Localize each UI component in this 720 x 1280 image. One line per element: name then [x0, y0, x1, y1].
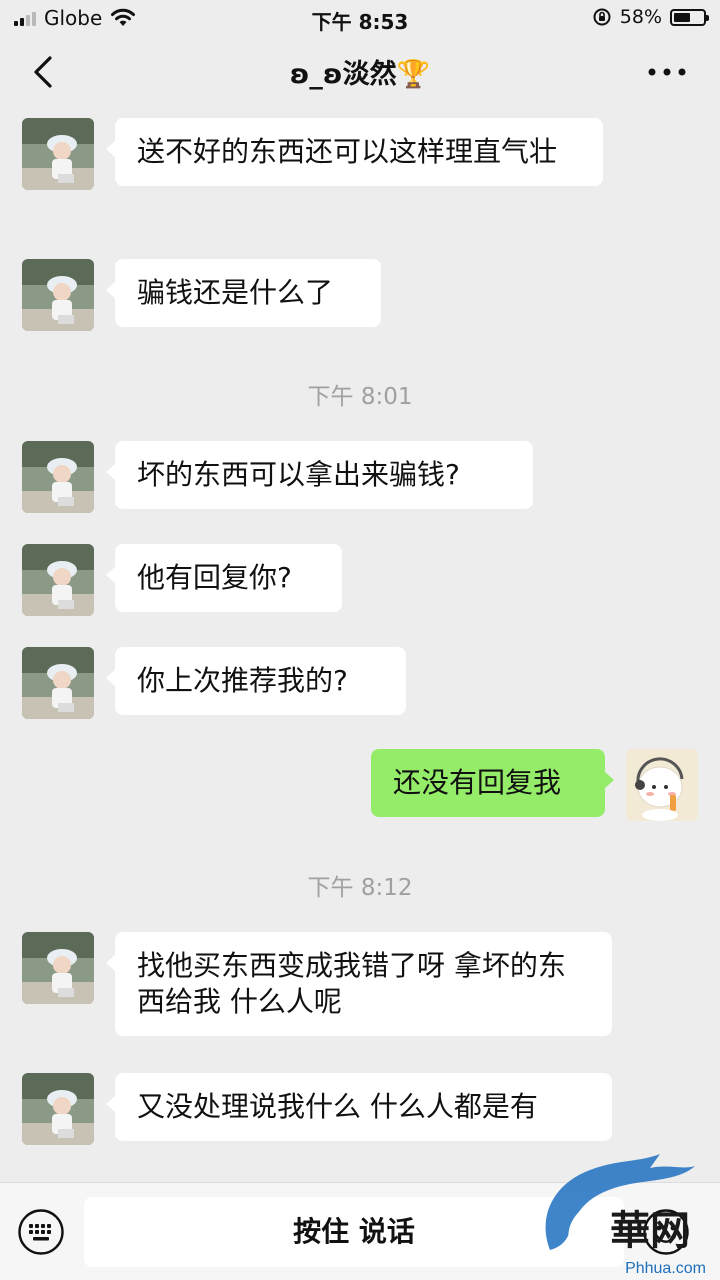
more-dots-icon[interactable] — [644, 58, 690, 86]
time-separator: 下午 8:01 — [307, 384, 413, 410]
message-bubble[interactable]: 你上次推荐我的? — [106, 647, 406, 715]
message-bubble[interactable]: 送不好的东西还可以这样理直气壮 — [106, 118, 603, 186]
contact-avatar[interactable] — [22, 1073, 94, 1145]
message-bubble-outgoing[interactable]: 还没有回复我 — [371, 749, 614, 817]
keyboard-icon[interactable] — [17, 1208, 65, 1256]
contact-avatar[interactable] — [22, 544, 94, 616]
contact-avatar[interactable] — [22, 118, 94, 190]
watermark-logo: 華网 Phhua.com — [530, 1140, 720, 1280]
contact-avatar[interactable] — [22, 932, 94, 1004]
battery-percent: 58% — [619, 6, 662, 28]
contact-avatar[interactable] — [22, 647, 94, 719]
contact-avatar[interactable] — [22, 259, 94, 331]
message-bubble[interactable]: 又没处理说我什么 什么人都是有 — [106, 1073, 612, 1141]
message-list[interactable]: 送不好的东西还可以这样理直气壮 骗钱还是什么了 下午 8:01 坏的东西可以拿出… — [0, 110, 720, 1182]
message-bubble[interactable]: 他有回复你? — [106, 544, 342, 612]
chat-title: ʚ_ʚ淡然🏆 — [289, 59, 431, 90]
battery-group: 58% — [592, 6, 709, 28]
status-bar: Globe 下午 8:53 58% — [0, 0, 720, 36]
time-separator: 下午 8:12 — [307, 875, 413, 901]
my-avatar[interactable] — [626, 749, 698, 821]
message-bubble[interactable]: 骗钱还是什么了 — [106, 259, 381, 327]
svg-text:華网: 華网 — [610, 1207, 690, 1254]
watermark-text: Phhua.com — [625, 1260, 706, 1277]
battery-icon — [670, 8, 709, 26]
message-bubble[interactable]: 坏的东西可以拿出来骗钱? — [106, 441, 533, 509]
chat-header: ʚ_ʚ淡然🏆 — [0, 36, 720, 110]
rotation-lock-icon — [593, 8, 611, 26]
dragon-logo-icon: 華网 — [545, 1154, 695, 1254]
contact-avatar[interactable] — [22, 441, 94, 513]
message-bubble[interactable]: 找他买东西变成我错了呀 拿坏的东西给我 什么人呢 — [106, 932, 612, 1036]
